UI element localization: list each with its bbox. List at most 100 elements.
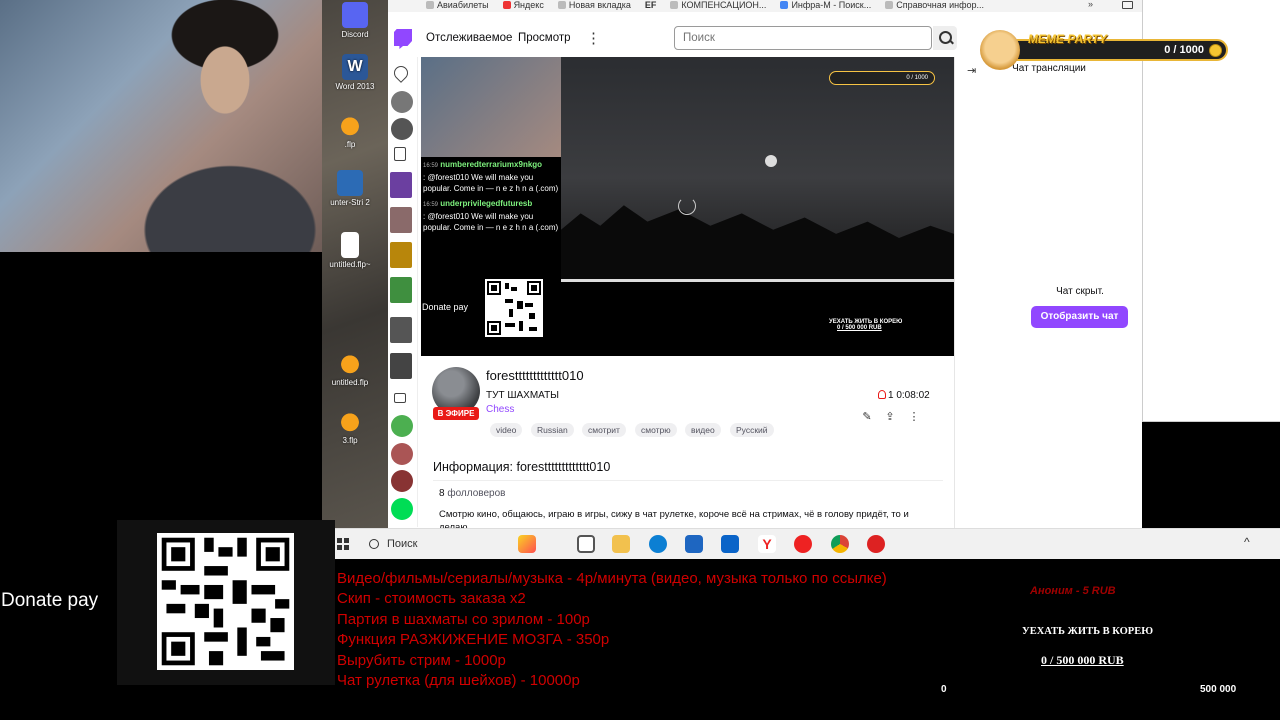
doge-icon: [980, 30, 1020, 70]
heart-icon[interactable]: [391, 63, 411, 83]
tag[interactable]: Russian: [531, 423, 574, 437]
channel-avatar[interactable]: [391, 470, 413, 492]
meme-party-count: 0 / 1000: [1164, 44, 1204, 56]
uptime: 0:08:02: [896, 390, 930, 401]
file-icon: [341, 232, 359, 258]
webcam-feed: [0, 0, 335, 252]
edit-icon[interactable]: ✎: [861, 411, 873, 423]
tag[interactable]: смотрит: [582, 423, 626, 437]
donation-goal-min: 0: [941, 684, 947, 695]
chat-hidden-text: Чат скрыт.: [1056, 286, 1104, 297]
donation-goal-title: УЕХАТЬ ЖИТЬ В КОРЕЮ: [1022, 626, 1154, 637]
search-input[interactable]: [674, 26, 932, 50]
bookmark-item[interactable]: Справочная инфор...: [885, 0, 984, 10]
share-icon[interactable]: ⇪: [884, 411, 896, 423]
yandex-icon: [502, 1, 511, 9]
tag[interactable]: видео: [685, 423, 721, 437]
browser-window: Авиабилеты Яндекс Новая вкладка EF КОМПЕНСАЦ…: [388, 0, 1142, 528]
discord-icon: [342, 2, 368, 28]
donate-panel: Donate pay: [0, 520, 335, 685]
fl-studio-icon: [337, 350, 363, 376]
bookmark-item[interactable]: Новая вкладка: [557, 0, 631, 10]
price-rule: Функция РАЗЖИЖЕНИЕ МОЗГА - 350р: [337, 631, 610, 648]
plane-icon: [426, 1, 434, 9]
more-menu-icon[interactable]: ⋮: [586, 29, 601, 47]
category-thumb-irl[interactable]: [390, 277, 412, 303]
video-scene-moon: [765, 155, 777, 167]
twitch-logo-icon[interactable]: [394, 29, 412, 49]
category-thumb[interactable]: [390, 317, 412, 343]
nav-following[interactable]: Отслеживаемое: [426, 32, 512, 44]
chat-panel: ⇥ Чат трансляции Чат скрыт. Отобразить ч…: [954, 57, 1142, 528]
desktop-icon-flp-2[interactable]: untitled.flp: [320, 350, 380, 387]
channel-avatar[interactable]: [391, 415, 413, 437]
bookmark-item[interactable]: Яндекс: [502, 0, 544, 10]
stream-donate-overlay: Donate pay: [421, 277, 561, 355]
desktop-icon-game[interactable]: unter-Stri 2: [320, 170, 380, 207]
windows-start-icon[interactable]: [337, 538, 349, 550]
folder-icon[interactable]: [1122, 1, 1133, 9]
category-thumb[interactable]: [390, 207, 412, 233]
price-rule: Чат рулетка (для шейхов) - 10000р: [337, 672, 580, 689]
stream-rules-overlay: УЕХАТЬ ЖИТЬ В КОРЕЮ 0 / 500 000 RUB: [561, 279, 954, 356]
qr-code-icon: [157, 533, 294, 670]
reference-icon: [885, 1, 894, 9]
stream-webcam: [421, 57, 561, 157]
category-thumb[interactable]: [390, 353, 412, 379]
game-link[interactable]: Chess: [486, 404, 514, 415]
bookmarks-overflow[interactable]: »: [1088, 0, 1093, 9]
tray-chevron-icon[interactable]: ^: [1244, 535, 1250, 549]
about-card: 8 фолловеров Смотрю кино, общаюсь, играю…: [433, 480, 943, 528]
desktop-background: Discord W Word 2013 .flp unter-Stri 2 unt…: [322, 0, 388, 530]
show-chat-button[interactable]: Отобразить чат: [1031, 306, 1128, 328]
bookmark-item[interactable]: Авиабилеты: [426, 0, 489, 10]
about-title: Информация: foresttttttttttttt010: [433, 460, 611, 474]
task-view-icon[interactable]: [577, 535, 595, 553]
category-thumb[interactable]: [390, 242, 412, 268]
copilot-icon[interactable]: [518, 535, 536, 553]
sidebar-followed-channels: [388, 57, 418, 527]
tag[interactable]: Русский: [730, 423, 774, 437]
donation-goal-amount: 0 / 500 000 RUB: [1041, 653, 1124, 667]
desktop-icon-flp[interactable]: .flp: [320, 112, 380, 149]
store-icon[interactable]: [685, 535, 703, 553]
yandex-icon[interactable]: [794, 535, 812, 553]
nav-browse[interactable]: Просмотр: [518, 32, 571, 44]
yandex-browser-icon[interactable]: Y: [758, 535, 776, 553]
price-rule: Вырубить стрим - 1000р: [337, 652, 506, 669]
bookmark-item[interactable]: Инфра-М - Поиск...: [780, 0, 871, 10]
more-options-icon[interactable]: ⋮: [908, 411, 920, 423]
meme-party-title: MEME PARTY: [1028, 32, 1107, 46]
fl-studio-icon: [337, 408, 363, 434]
edge-icon[interactable]: [649, 535, 667, 553]
desktop-icon-discord[interactable]: Discord: [325, 2, 385, 39]
bookmark-item[interactable]: КОМПЕНСАЦИОН...: [670, 0, 766, 10]
copy-icon[interactable]: [394, 147, 406, 161]
qr-code-icon: [485, 279, 543, 337]
channel-name[interactable]: foresttttttttttttt010: [486, 368, 584, 383]
stream-chat-overlay: 16:59 numberedterrariumx9nkgo : @forest0…: [421, 157, 561, 269]
video-icon[interactable]: [394, 393, 406, 403]
stream-overlay: Видео/фильмы/сериалы/музыка - 4р/минута …: [335, 559, 1280, 720]
desktop-icon-word[interactable]: W Word 2013: [325, 54, 385, 91]
search-icon[interactable]: [933, 26, 957, 50]
app-icon[interactable]: [867, 535, 885, 553]
category-thumb-chess[interactable]: [390, 172, 412, 198]
person-icon: [878, 390, 886, 399]
meme-party-bar: 0 / 1000: [990, 39, 1228, 61]
file-explorer-icon[interactable]: [612, 535, 630, 553]
desktop-icon-flp-3[interactable]: 3.flp: [320, 408, 380, 445]
channel-bio: Смотрю кино, общаюсь, играю в игры, сижу…: [439, 509, 909, 528]
channel-avatar[interactable]: [391, 498, 413, 520]
tag[interactable]: video: [490, 423, 523, 437]
outlook-icon[interactable]: [721, 535, 739, 553]
channel-avatar[interactable]: [391, 443, 413, 465]
channel-avatar[interactable]: [391, 118, 413, 140]
video-player[interactable]: 16:59 numberedterrariumx9nkgo : @forest0…: [421, 57, 954, 356]
chrome-icon[interactable]: [831, 535, 849, 553]
tag[interactable]: смотрю: [635, 423, 677, 437]
desktop-icon-file[interactable]: untitled.flp~: [320, 232, 380, 269]
bookmark-item[interactable]: EF: [645, 0, 657, 10]
channel-avatar[interactable]: [391, 91, 413, 113]
follower-count: 8 фолловеров: [439, 488, 506, 499]
